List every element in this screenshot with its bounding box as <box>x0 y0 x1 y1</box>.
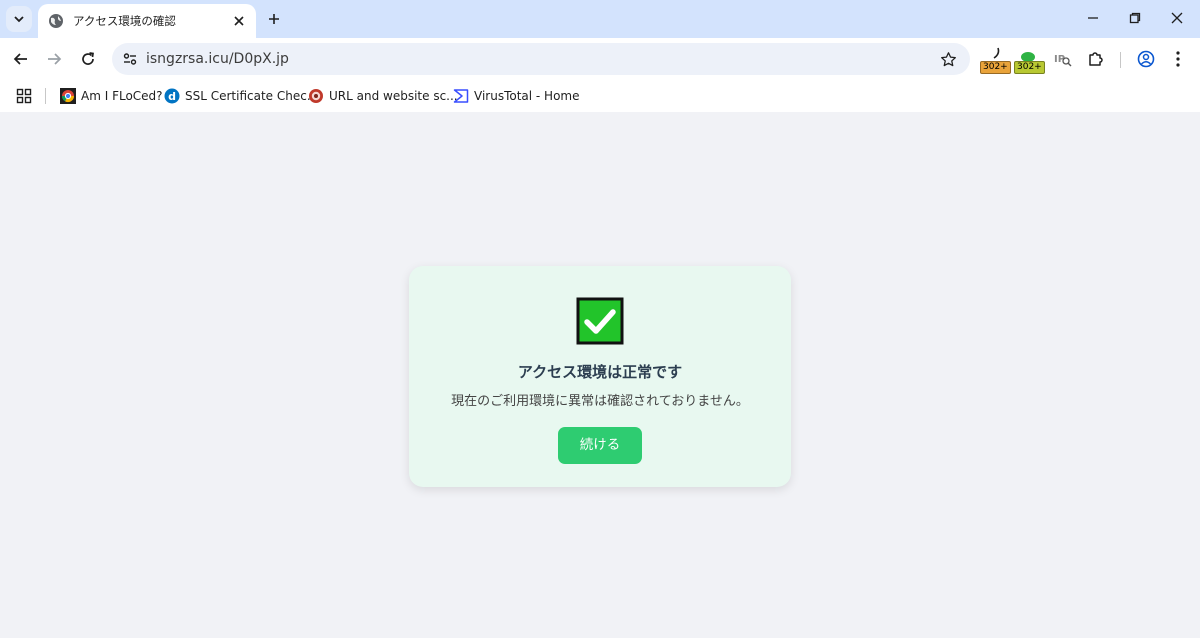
svg-text:d: d <box>168 90 176 103</box>
reload-icon <box>82 52 94 65</box>
new-tab-button[interactable] <box>262 8 286 30</box>
bookmarks-bar: Am I FLoCed? d SSL Certificate Chec... U… <box>0 80 1200 112</box>
puzzle-icon <box>1089 52 1103 66</box>
extension-badge: 302+ <box>980 61 1011 74</box>
tab-search-button[interactable] <box>6 6 32 32</box>
extension-redirect-orange[interactable]: 302+ <box>980 46 1011 74</box>
bookmark-url-scanner[interactable]: URL and website sc... <box>308 84 458 108</box>
chevron-down-icon <box>14 16 24 23</box>
account-circle-icon <box>1137 50 1155 68</box>
tab-strip: アクセス環境の確認 <box>0 0 1200 38</box>
browser-toolbar: isngzrsa.icu/D0pX.jp 302+ 302+ IP <box>0 38 1200 80</box>
address-bar[interactable]: isngzrsa.icu/D0pX.jp <box>112 43 970 75</box>
arrow-right-icon <box>48 53 62 65</box>
urlscan-icon <box>309 89 323 103</box>
more-vertical-icon <box>1176 51 1180 67</box>
bookmark-am-i-floced[interactable]: Am I FLoCed? <box>60 84 163 108</box>
window-close-button[interactable] <box>1156 4 1198 32</box>
close-icon <box>1171 12 1183 24</box>
bookmark-label: SSL Certificate Chec... <box>185 89 319 103</box>
tab-active[interactable]: アクセス環境の確認 <box>38 4 256 38</box>
extension-ip-lookup[interactable]: IP <box>1050 47 1074 71</box>
bookmark-label: URL and website sc... <box>329 89 458 103</box>
plus-icon <box>269 14 279 24</box>
status-card: アクセス環境は正常です 現在のご利用環境に異常は確認されておりません。 続ける <box>409 266 791 487</box>
status-description: 現在のご利用環境に異常は確認されておりません。 <box>451 394 749 409</box>
close-icon <box>234 16 244 26</box>
forward-button[interactable] <box>40 45 68 73</box>
tab-title: アクセス環境の確認 <box>73 14 176 28</box>
extensions-menu-button[interactable] <box>1084 47 1108 71</box>
tune-icon <box>123 53 137 65</box>
bookmarks-divider <box>45 88 46 104</box>
arrow-left-icon <box>13 53 27 65</box>
restore-button[interactable] <box>1114 4 1156 32</box>
site-info-button[interactable] <box>120 49 140 69</box>
bookmark-star-button[interactable] <box>938 49 958 69</box>
digicert-d-icon: d <box>164 88 180 104</box>
back-button[interactable] <box>7 45 35 73</box>
profile-button[interactable] <box>1134 47 1158 71</box>
extension-badge: 302+ <box>1014 61 1045 74</box>
globe-icon <box>49 14 63 28</box>
toolbar-divider <box>1120 52 1121 68</box>
bookmark-virustotal[interactable]: VirusTotal - Home <box>453 84 580 108</box>
checkmark-box-icon <box>576 297 624 345</box>
reload-button[interactable] <box>74 45 102 73</box>
tab-close-button[interactable] <box>230 12 248 30</box>
minimize-button[interactable] <box>1072 4 1114 32</box>
apps-grid-icon <box>16 88 32 104</box>
apps-button[interactable] <box>14 86 34 106</box>
star-icon <box>940 51 956 66</box>
continue-button[interactable]: 続ける <box>558 427 642 464</box>
url-text[interactable]: isngzrsa.icu/D0pX.jp <box>146 43 289 75</box>
chrome-logo-icon <box>60 88 76 104</box>
restore-icon <box>1129 12 1141 24</box>
virustotal-icon <box>453 89 469 103</box>
bookmark-label: Am I FLoCed? <box>81 89 163 103</box>
extension-redirect-green[interactable]: 302+ <box>1014 46 1045 74</box>
bookmark-label: VirusTotal - Home <box>474 89 580 103</box>
bookmark-ssl-certificate[interactable]: d SSL Certificate Chec... <box>164 84 318 108</box>
minimize-icon <box>1088 17 1098 19</box>
page-content: アクセス環境は正常です 現在のご利用環境に異常は確認されておりません。 続ける <box>0 112 1200 638</box>
status-title: アクセス環境は正常です <box>517 363 683 381</box>
ip-magnifier-icon: IP <box>1054 54 1072 67</box>
menu-button[interactable] <box>1166 47 1190 71</box>
